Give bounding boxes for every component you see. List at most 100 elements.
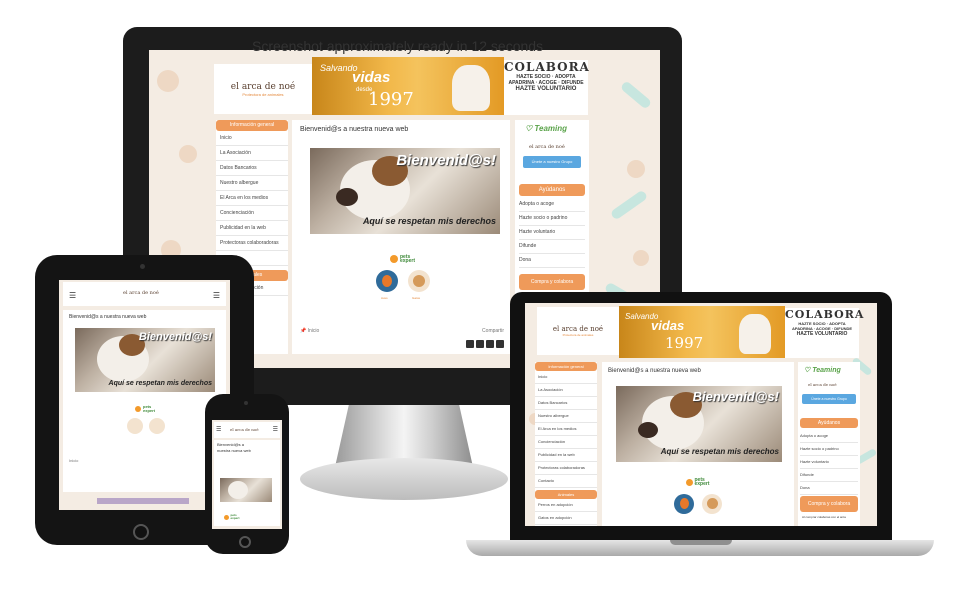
logo-subtitle: Protectora de animales <box>242 91 284 97</box>
laptop-compra-note: Al comprar colaboras con el arca <box>802 515 846 519</box>
pinterest-icon[interactable] <box>486 340 494 348</box>
heart-icon: ♡ <box>804 367 811 374</box>
sidebar-item[interactable]: Concienciación <box>535 436 597 449</box>
pin-icon: 📌 <box>300 328 307 334</box>
banner-year: 1997 <box>368 89 414 110</box>
social-icons <box>466 340 504 348</box>
loading-overlay-text: Screenshot approximately ready in 12 sec… <box>252 38 544 54</box>
phone-pets-expert[interactable]: pets expert <box>218 512 248 522</box>
sidebar-item[interactable]: Inicio <box>216 131 288 146</box>
laptop-logo[interactable]: el arca de noé Protectora de animales <box>537 307 619 355</box>
footer-home-link[interactable]: 📌 Inicio <box>300 328 319 334</box>
help-item[interactable]: Dona <box>519 254 585 268</box>
teaming-label: Teaming <box>534 124 568 133</box>
laptop-colabora[interactable]: COLABORA HAZTE SOCIO · ADOPTA APADRINA ·… <box>785 308 865 358</box>
teaming-join-button[interactable]: Únete a nuestro Grupo <box>523 156 581 168</box>
monitor-banner: Salvando vidas desde 1997 <box>312 57 504 115</box>
laptop-welcome-heading: Bienvenid@s a nuestra nueva web <box>608 368 701 374</box>
photo-caption: Aquí se respetan mis derechos <box>362 216 496 226</box>
laptop-colabora-line-3: HAZTE VOLUNTARIO <box>796 331 848 337</box>
laptop-teaming-logo[interactable]: ♡ Teaming <box>804 366 841 374</box>
sidebar-item[interactable]: Contacto <box>535 475 597 488</box>
sidebar-header-info: Información general <box>216 120 288 131</box>
twitter-icon[interactable] <box>476 340 484 348</box>
phone-screen: ☰ el arca de noé ☰ Bienvenid@s a nuestra… <box>212 420 282 529</box>
pets-expert-logo[interactable]: pets expert <box>384 252 424 266</box>
phone-welcome-photo <box>220 478 272 502</box>
laptop-banner: Salvando vidas 1997 <box>619 306 785 358</box>
sidebar-item[interactable]: Datos Bancarios <box>535 397 597 410</box>
sidebar-item[interactable]: Concienciación <box>216 206 288 221</box>
pet-category-cats[interactable] <box>408 270 430 292</box>
tablet-pets-expert[interactable]: pets expert <box>131 404 161 414</box>
banner-vidas: vidas <box>352 69 391 86</box>
sidebar-item[interactable]: Datos Bancarios <box>216 161 288 176</box>
tablet-menu-icon-right[interactable]: ☰ <box>213 291 220 300</box>
sidebar-item[interactable]: Nuestro albergue <box>535 410 597 423</box>
phone-welcome-heading: Bienvenid@s a nuestra nueva web <box>217 442 251 453</box>
help-item[interactable]: Hazte socio o padrino <box>519 212 585 226</box>
sidebar-item[interactable]: Gatos en adopción <box>535 512 597 525</box>
monitor-colabora[interactable]: COLABORA HAZTE SOCIO · ADOPTA APADRINA ·… <box>504 60 590 115</box>
facebook-icon[interactable] <box>466 340 474 348</box>
banner-dog <box>452 65 490 111</box>
sidebar-item[interactable]: Inicio <box>535 371 597 384</box>
laptop-pet-cats[interactable] <box>702 494 722 514</box>
heart-icon: ♡ <box>525 124 533 133</box>
help-item[interactable]: Hazte voluntario <box>519 226 585 240</box>
laptop-welcome-photo: Bienvenid@s! Aquí se respetan mis derech… <box>616 386 782 462</box>
phone-menu-icon[interactable]: ☰ <box>216 426 221 433</box>
sidebar-item[interactable]: Protectoras colaboradoras <box>535 462 597 475</box>
help-item[interactable]: Hazte socio o padrino <box>800 443 858 456</box>
sidebar-item[interactable]: Perros en adopción <box>535 499 597 512</box>
teaming-arca-logo: el arca de noé <box>529 144 565 150</box>
sidebar-item[interactable]: La Asociación <box>535 384 597 397</box>
footer-share-label: Compartir <box>482 328 504 334</box>
footer-home-label: Inicio <box>307 328 320 334</box>
colabora-title: COLABORA <box>504 60 590 74</box>
laptop-banner-dog <box>739 314 771 354</box>
sidebar-item[interactable]: Publicidad en la web <box>216 221 288 236</box>
tablet-menu-icon[interactable]: ☰ <box>69 291 76 300</box>
sidebar-item[interactable]: Publicidad en la web <box>535 449 597 462</box>
phone-pets-text: pets expert <box>230 513 240 520</box>
tablet-logo[interactable]: el arca de noé <box>123 290 159 296</box>
laptop-photo-caption: Aquí se respetan mis derechos <box>660 447 779 456</box>
sidebar-item[interactable]: Protectoras colaboradoras <box>216 236 288 251</box>
tablet-home-button[interactable] <box>133 524 149 540</box>
phone-menu-icon-right[interactable]: ☰ <box>273 426 278 433</box>
tablet-pet-birds[interactable] <box>127 418 143 434</box>
help-item[interactable]: Adopta o acoge <box>800 430 858 443</box>
help-item[interactable]: Difunde <box>800 469 858 482</box>
sidebar-item[interactable]: La Asociación <box>216 146 288 161</box>
tablet-footer-home[interactable]: Inicio <box>69 458 78 463</box>
sidebar-item[interactable]: Nuestro albergue <box>216 176 288 191</box>
laptop-colabora-title: COLABORA <box>785 308 865 321</box>
help-item[interactable]: Adopta o acoge <box>519 198 585 212</box>
help-item[interactable]: Dona <box>800 482 858 495</box>
laptop-logo-text: el arca de noé <box>552 325 604 333</box>
help-item[interactable]: Difunde <box>519 240 585 254</box>
tablet-welcome-heading: Bienvenid@s a nuestra nueva web <box>69 314 147 320</box>
laptop-pet-birds[interactable] <box>674 494 694 514</box>
pet-category-birds[interactable] <box>376 270 398 292</box>
email-icon[interactable] <box>496 340 504 348</box>
sidebar-item[interactable]: El Arca en los medios <box>216 191 288 206</box>
monitor-logo[interactable]: el arca de noé Protectora de animales <box>214 64 312 114</box>
tablet-pet-cats[interactable] <box>149 418 165 434</box>
phone-logo[interactable]: el arca de noé <box>230 427 259 432</box>
tablet-photo-caption: Aquí se respetan mis derechos <box>108 380 212 387</box>
sidebar-item[interactable]: El Arca en los medios <box>535 423 597 436</box>
laptop-pets-expert[interactable]: pets expert <box>680 476 716 488</box>
laptop-pets-text: pets expert <box>694 476 710 487</box>
laptop-teaming-button[interactable]: Únete a nuestro Grupo <box>802 394 856 404</box>
help-item[interactable]: Hazte voluntario <box>800 456 858 469</box>
compra-button[interactable]: Compra y colabora <box>519 274 585 290</box>
tablet-camera <box>140 264 145 269</box>
laptop-compra-button[interactable]: Compra y colabora <box>800 496 858 512</box>
teaming-logo[interactable]: ♡ Teaming <box>525 124 567 133</box>
welcome-photo: Bienvenid@s! Aquí se respetan mis derech… <box>310 148 500 234</box>
phone-home-button[interactable] <box>239 536 251 548</box>
laptop-teaming-arca: el arca de noé <box>808 382 837 387</box>
laptop-notch <box>670 540 732 545</box>
